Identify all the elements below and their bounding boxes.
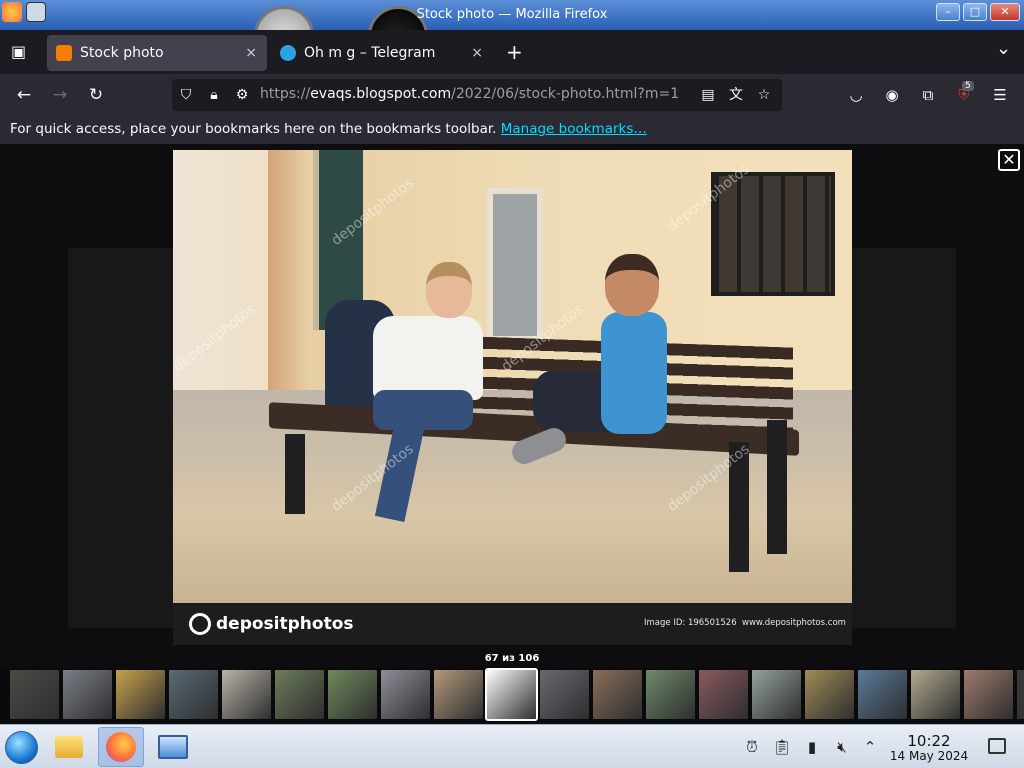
os-taskbar: ⏰︎ 📋︎ ▮ 🔇︎ ⌃ 10:22 14 May 2024 bbox=[0, 724, 1024, 768]
thumbnail[interactable] bbox=[116, 670, 165, 719]
photo-boy-blond-head bbox=[426, 262, 472, 318]
thumbnail[interactable] bbox=[275, 670, 324, 719]
image-counter: 67 из 106 bbox=[484, 653, 540, 664]
depositphotos-logo: depositphotos bbox=[189, 613, 354, 635]
clock-date[interactable]: 14 May 2024 bbox=[886, 749, 972, 763]
firefox-icon bbox=[106, 732, 136, 762]
thumbnail[interactable] bbox=[381, 670, 430, 719]
photo-footer: depositphotos Image ID: 196501526 www.de… bbox=[173, 603, 852, 645]
tab-strip: ▣ Stock photo × Oh m g – Telegram × + ⌄ bbox=[0, 30, 1024, 74]
account-icon[interactable]: ◉ bbox=[880, 83, 904, 107]
reader-view-icon[interactable]: ▤ bbox=[698, 85, 718, 105]
start-button[interactable] bbox=[5, 731, 38, 764]
folder-icon bbox=[55, 736, 83, 758]
extension-badge: 5 bbox=[962, 81, 974, 91]
tab-label: Stock photo bbox=[80, 45, 164, 61]
url-bar[interactable]: ⛉ 🔒︎ ⚙ https://evaqs.blogspot.com/2022/0… bbox=[172, 79, 782, 111]
image-id: Image ID: 196501526 bbox=[644, 618, 737, 628]
extensions-icon[interactable]: ⧉ bbox=[916, 83, 940, 107]
show-desktop-button[interactable] bbox=[988, 738, 1006, 754]
blogger-icon bbox=[56, 45, 72, 61]
os-title-bar: Stock photo — Mozilla Firefox – □ ✕ bbox=[0, 0, 1024, 66]
clock-time[interactable]: 10:22 bbox=[890, 732, 968, 750]
firefox-view-icon[interactable]: ▣ bbox=[11, 42, 26, 61]
back-button[interactable]: ← bbox=[12, 83, 36, 107]
permissions-icon[interactable]: ⚙ bbox=[232, 85, 252, 105]
new-tab-button[interactable]: + bbox=[506, 40, 523, 64]
taskbar-system-monitor[interactable] bbox=[150, 727, 196, 767]
lightbox-photo[interactable]: depositphotos depositphotos depositphoto… bbox=[173, 150, 852, 645]
pocket-icon[interactable]: ◡ bbox=[844, 83, 868, 107]
menu-icon[interactable]: ☰ bbox=[988, 83, 1012, 107]
thumbnail-strip bbox=[0, 668, 1024, 722]
thumbnail[interactable] bbox=[169, 670, 218, 719]
thumbnail[interactable] bbox=[222, 670, 271, 719]
photo-boy-blue-shirt bbox=[601, 312, 667, 434]
forward-button[interactable]: → bbox=[48, 83, 72, 107]
maximize-button[interactable]: □ bbox=[963, 3, 987, 21]
source-site: www.depositphotos.com bbox=[742, 618, 846, 628]
minimize-button[interactable]: – bbox=[936, 3, 960, 21]
thumbnail[interactable] bbox=[328, 670, 377, 719]
thumbnail[interactable] bbox=[540, 670, 589, 719]
bookmarks-toolbar: For quick access, place your bookmarks h… bbox=[0, 116, 1024, 144]
thumbnail[interactable] bbox=[858, 670, 907, 719]
thumbnail[interactable] bbox=[1017, 670, 1024, 719]
lock-icon[interactable]: 🔒︎ bbox=[204, 85, 224, 105]
thumbnail[interactable] bbox=[593, 670, 642, 719]
photo-grey-door bbox=[487, 188, 543, 342]
thumbnail[interactable] bbox=[699, 670, 748, 719]
thumbnail[interactable] bbox=[752, 670, 801, 719]
thumbnail[interactable] bbox=[485, 668, 538, 721]
telegram-icon bbox=[280, 45, 296, 61]
photo-bench-leg bbox=[285, 434, 305, 514]
taskbar-firefox[interactable] bbox=[98, 727, 144, 767]
thumbnail[interactable] bbox=[63, 670, 112, 719]
monitor-icon bbox=[158, 735, 188, 759]
taskbar-file-manager[interactable] bbox=[46, 727, 92, 767]
tab-stock-photo[interactable]: Stock photo × bbox=[47, 35, 267, 71]
shield-icon[interactable]: ⛉ bbox=[176, 85, 196, 105]
lightbox-close-icon[interactable]: ✕ bbox=[998, 149, 1020, 171]
thumbnail[interactable] bbox=[646, 670, 695, 719]
alarm-icon[interactable]: ⏰︎ bbox=[742, 737, 762, 757]
thumbnail[interactable] bbox=[10, 670, 59, 719]
reload-button[interactable]: ↻ bbox=[84, 83, 108, 107]
bookmarks-message: For quick access, place your bookmarks h… bbox=[10, 121, 501, 137]
bookmark-star-icon[interactable]: ☆ bbox=[754, 85, 774, 105]
close-window-button[interactable]: ✕ bbox=[990, 3, 1020, 21]
window-controls: – □ ✕ bbox=[936, 3, 1020, 21]
manage-bookmarks-link[interactable]: Manage bookmarks… bbox=[501, 121, 647, 137]
window-title: Stock photo — Mozilla Firefox bbox=[416, 7, 608, 22]
thumbnail[interactable] bbox=[964, 670, 1013, 719]
volume-muted-icon[interactable]: 🔇︎ bbox=[832, 737, 852, 757]
photo-boy-white-shirt bbox=[373, 316, 483, 400]
url-text[interactable]: https://evaqs.blogspot.com/2022/06/stock… bbox=[260, 86, 679, 102]
list-all-tabs-icon[interactable]: ⌄ bbox=[996, 38, 1011, 59]
navigation-toolbar: ← → ↻ ⛉ 🔒︎ ⚙ https://evaqs.blogspot.com/… bbox=[0, 74, 1024, 116]
depositphotos-logo-icon bbox=[189, 613, 211, 635]
tab-close-icon[interactable]: × bbox=[245, 45, 257, 61]
translate-icon[interactable]: 文 bbox=[726, 85, 746, 105]
clipboard-icon[interactable]: 📋︎ bbox=[772, 737, 792, 757]
tray-expand-icon[interactable]: ⌃ bbox=[860, 737, 880, 757]
tab-telegram[interactable]: Oh m g – Telegram × bbox=[271, 35, 493, 71]
tab-label: Oh m g – Telegram bbox=[304, 45, 436, 61]
photo-bench-leg bbox=[767, 420, 787, 554]
battery-icon[interactable]: ▮ bbox=[802, 737, 822, 757]
thumbnail[interactable] bbox=[434, 670, 483, 719]
tab-close-icon[interactable]: × bbox=[471, 45, 483, 61]
photo-boy-dark-head bbox=[605, 254, 659, 316]
thumbnail[interactable] bbox=[911, 670, 960, 719]
thumbnail[interactable] bbox=[805, 670, 854, 719]
